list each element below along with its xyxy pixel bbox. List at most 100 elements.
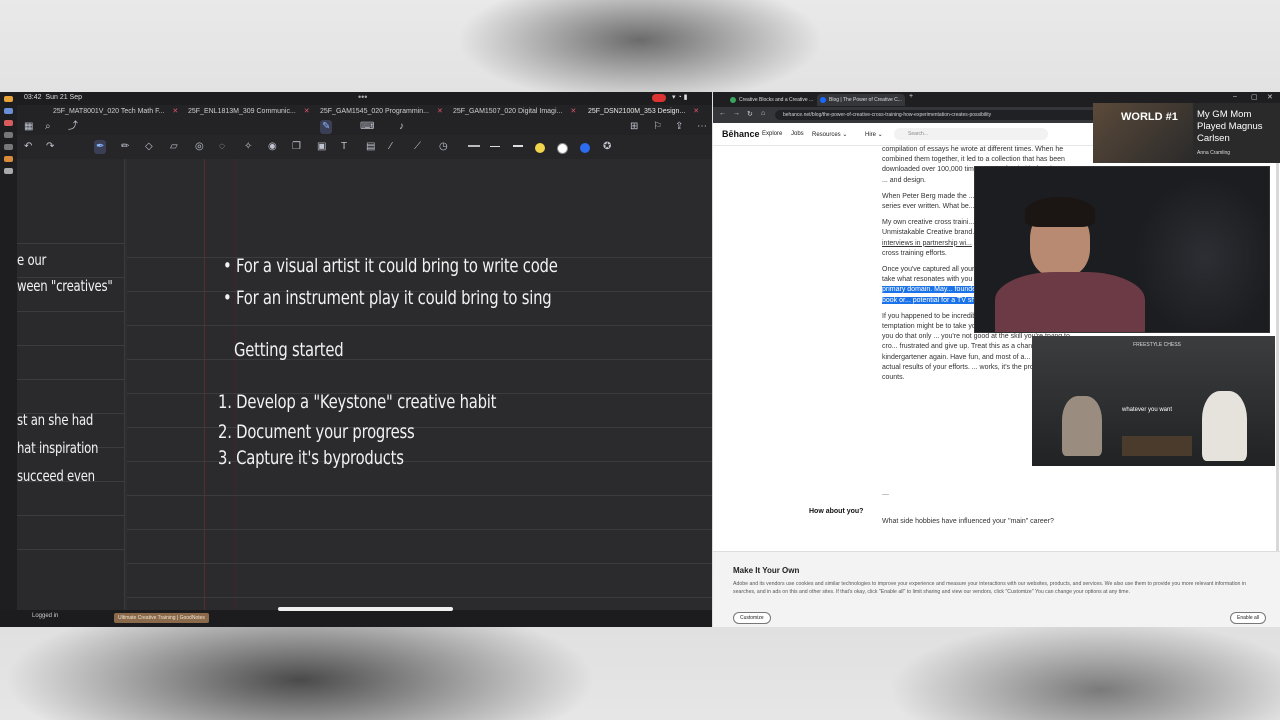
laser-pointer-icon[interactable]: ⁄ [390, 142, 392, 152]
export-icon[interactable]: ⇪ [675, 122, 683, 132]
cookie-banner: Make It Your Own Adobe and its vendors u… [713, 551, 1280, 627]
eraser-tool-icon[interactable]: ◇ [145, 142, 153, 152]
preview-text-line: succeed even [17, 467, 95, 485]
browser-tab-blog[interactable]: Blog | The Power of Creative C... [817, 94, 905, 106]
chess-video-feed: FREESTYLE CHESS whatever you want [1032, 336, 1275, 466]
ruler-icon[interactable]: ⟋ [414, 142, 421, 152]
timer-icon[interactable]: ◷ [439, 142, 448, 152]
dock-footer: Logged in Ultimate Creative Training | G… [0, 610, 712, 627]
close-icon[interactable]: ✕ [172, 108, 178, 115]
status-time: 03:42 Sun 21 Sep [24, 94, 83, 101]
cookie-title: Make It Your Own [733, 566, 800, 575]
color-picker-icon[interactable]: ✪ [603, 142, 611, 152]
previous-page-preview[interactable]: e our ween "creatives" st an she had hat… [17, 159, 125, 627]
thin-stroke-option[interactable] [468, 145, 480, 147]
note-bullet-visual-artist: • For a visual artist it could bring to … [223, 255, 558, 277]
tab-mat8001v[interactable]: 25F_MAT8001V_020 Tech Math F... ✕ [53, 107, 178, 119]
forward-icon[interactable]: → [733, 110, 740, 117]
note-step-3: 3. Capture it's byproducts [218, 447, 404, 469]
thick-stroke-option[interactable] [513, 145, 523, 147]
home-icon[interactable]: ⌂ [761, 110, 765, 117]
minimize-icon[interactable]: – [1233, 93, 1237, 100]
tab-enl1813m[interactable]: 25F_ENL1813M_309 Communic... ✕ [188, 107, 310, 119]
promo-title: My GM Mom Played Magnus Carlsen [1197, 109, 1263, 144]
tab-gam1545[interactable]: 25F_GAM1545_020 Programmin... ✕ [320, 107, 443, 119]
highlighter-tool-icon[interactable]: ▱ [170, 142, 178, 152]
blue-color-swatch[interactable] [580, 143, 590, 153]
document-tabs: 25F_MAT8001V_020 Tech Math F... ✕ 25F_ENL… [0, 105, 712, 119]
url-field[interactable]: behance.net/blog/the-power-of-creative-c… [775, 110, 1103, 120]
close-icon[interactable]: ✕ [570, 108, 576, 115]
white-color-swatch[interactable] [557, 143, 568, 154]
notes-canvas[interactable]: e our ween "creatives" st an she had hat… [17, 159, 712, 627]
closing-question: What side hobbies have influenced your "… [882, 518, 1054, 525]
preview-text-line: e our [17, 251, 47, 269]
nav-explore[interactable]: Explore [762, 131, 782, 137]
close-window-icon[interactable]: ✕ [1267, 93, 1273, 101]
freestyle-chess-logo: FREESTYLE CHESS [1133, 342, 1181, 348]
sticker-tool-icon[interactable]: ◉ [268, 142, 277, 152]
pen-mode-icon[interactable]: ✎ [320, 120, 333, 134]
text-tool-icon[interactable]: T [341, 142, 347, 152]
new-tab-icon[interactable]: + [909, 93, 913, 100]
logged-in-label: Logged in [32, 613, 59, 619]
enable-all-button[interactable]: Enable all [1230, 612, 1266, 624]
browser-tab-creative-blocks[interactable]: Creative Blocks and a Creative ... [727, 94, 815, 106]
note-bullet-instrument: • For an instrument play it could bring … [223, 287, 552, 309]
nav-resources[interactable]: Resources ⌄ [812, 131, 847, 138]
nav-jobs[interactable]: Jobs [791, 131, 804, 137]
more-icon[interactable]: ⋯ [697, 122, 707, 132]
preview-text-line: ween "creatives" [17, 277, 113, 295]
separator: — [882, 491, 889, 498]
multitask-dots[interactable]: ••• [358, 92, 367, 102]
medium-stroke-option[interactable] [490, 146, 500, 147]
video-promo-overlay: WORLD #1 My GM Mom Played Magnus Carlsen A… [1093, 103, 1280, 163]
close-icon[interactable]: ✕ [437, 108, 443, 115]
note-step-1: 1. Develop a "Keystone" creative habit [218, 391, 497, 413]
behance-logo[interactable]: Bēhance [722, 129, 760, 139]
pencil-tool-icon[interactable]: ✏ [121, 142, 129, 152]
yellow-color-swatch[interactable] [535, 143, 545, 153]
how-about-you-heading: How about you? [809, 508, 864, 515]
search-icon[interactable]: ⌕ [45, 122, 51, 132]
preview-text-line: st an she had [17, 411, 94, 429]
image-tool-icon[interactable]: ▣ [317, 142, 326, 152]
page-scrollbar[interactable] [1276, 152, 1279, 592]
document-toolbar: ▦ ⌕ ⤴ ✎ ⌨ ♪ ⊞ ⚐ ⇪ ⋯ [0, 119, 712, 135]
notes-app-window: 03:42 Sun 21 Sep ••• ▾ ◔ ▮ 25F_MAT8001V_… [0, 92, 712, 627]
undo-icon[interactable]: ↶ [24, 142, 32, 152]
status-icons: ▾ ◔ ▮ [672, 94, 688, 101]
bookmark-icon[interactable]: ⚐ [653, 122, 662, 132]
copy-tool-icon[interactable]: ❐ [292, 142, 301, 152]
home-indicator[interactable] [278, 607, 453, 611]
image-insert-icon[interactable]: ▤ [366, 142, 375, 152]
share-icon[interactable]: ⤴ [68, 122, 78, 132]
lasso-tool-icon[interactable]: ◌ [219, 142, 225, 152]
keyboard-icon[interactable]: ⌨ [360, 122, 374, 132]
stream-title-tag: Ultimate Creative Training | GoodNotes [114, 613, 209, 623]
reload-icon[interactable]: ↻ [747, 110, 753, 118]
grid-icon[interactable]: ▦ [24, 122, 33, 132]
customize-button[interactable]: Customize [733, 612, 771, 624]
close-icon[interactable]: ✕ [304, 108, 310, 115]
close-icon[interactable]: ✕ [693, 108, 699, 115]
pen-tool-icon[interactable]: ✒ [94, 140, 107, 154]
nav-hire[interactable]: Hire ⌄ [865, 131, 883, 138]
redo-icon[interactable]: ↷ [46, 142, 54, 152]
site-search-input[interactable]: Search... [894, 128, 1048, 140]
tab-dsn2100m[interactable]: 25F_DSN2100M_353 Design... ✕ [588, 107, 699, 119]
video-caption: whatever you want [1122, 407, 1173, 413]
microphone-icon[interactable]: ♪ [399, 122, 404, 132]
interviews-link[interactable]: interviews in partnership wi... [882, 240, 972, 247]
shape-tool-icon[interactable]: ◎ [195, 142, 204, 152]
note-step-2: 2. Document your progress [218, 421, 415, 443]
back-icon[interactable]: ← [719, 110, 726, 117]
maximize-icon[interactable]: ▢ [1251, 93, 1258, 101]
preview-text-line: hat inspiration [17, 439, 99, 457]
element-tool-icon[interactable]: ✧ [244, 142, 252, 152]
note-heading-getting-started: Getting started [234, 339, 344, 361]
tab-gam1507[interactable]: 25F_GAM1507_020 Digital Imagi... ✕ [453, 107, 576, 119]
add-page-icon[interactable]: ⊞ [630, 122, 638, 132]
webcam-feed [974, 166, 1270, 333]
current-note-page[interactable]: • For a visual artist it could bring to … [127, 159, 712, 627]
